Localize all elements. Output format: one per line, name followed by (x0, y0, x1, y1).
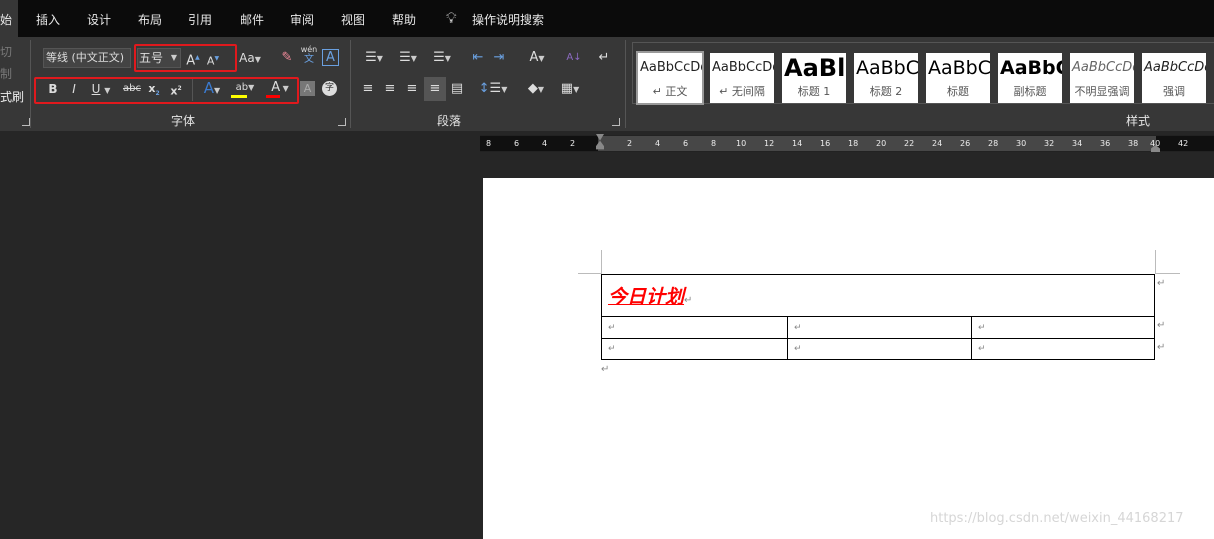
ruler-number: 32 (1044, 139, 1055, 148)
font-name-value: 等线 (中文正文) (46, 51, 125, 64)
character-shading-button[interactable]: A (300, 81, 315, 96)
character-border-button[interactable]: A (322, 49, 339, 66)
ruler-number: 28 (988, 139, 999, 148)
style-normal[interactable]: AaBbCcDd ↵ 正文 (636, 51, 704, 105)
ruler-number: 4 (542, 139, 548, 148)
style-subtle-emphasis[interactable]: AaBbCcDd 不明显强调 (1070, 53, 1134, 103)
style-title[interactable]: AaBbC 标题 (926, 53, 990, 103)
row-end-mark: ↵ (1157, 278, 1166, 289)
format-painter-button[interactable]: 式刷 (0, 87, 24, 107)
shading-button[interactable]: ◆▼ (521, 79, 551, 100)
sort-button[interactable]: A↓ (566, 48, 582, 68)
tell-me-search[interactable]: 操作说明搜索 (472, 11, 544, 28)
horizontal-ruler[interactable]: 8 6 4 2 2 4 6 8 10 12 14 16 18 20 22 24 26 28 30 32 34 36 38 40… (480, 134, 1214, 152)
ruler-number: 24 (932, 139, 943, 148)
ruler-number: 4 (655, 139, 661, 148)
phonetic-guide-button[interactable]: wén 文 (300, 45, 318, 65)
ribbon: 切 制 式刷 等线 (中文正文) 五号 ▼ A▲ A▼ Aa▼ ✎ wén 文 A … (0, 37, 1214, 131)
increase-indent-button[interactable]: ⇥ (491, 48, 507, 68)
style-subtitle[interactable]: AaBbC副标题 (998, 53, 1062, 103)
tab-mailings[interactable]: 邮件 (240, 11, 264, 28)
tab-review[interactable]: 审阅 (290, 11, 314, 28)
ruler-number: 22 (904, 139, 915, 148)
align-right-button[interactable]: ≡ (404, 79, 420, 99)
ruler-number: 10 (736, 139, 747, 148)
lightbulb-icon: 💡︎ (446, 9, 457, 27)
show-marks-button[interactable]: ↵ (596, 48, 612, 68)
ruler-number: 14 (792, 139, 803, 148)
ruler-number: 38 (1128, 139, 1139, 148)
styles-group-label: 样式 (1126, 114, 1151, 128)
annotation-box-font-format (34, 77, 299, 104)
copy-button[interactable]: 制 (0, 64, 12, 84)
justify-button[interactable]: ≡ (424, 77, 446, 101)
paragraph-group-label: 段落 (437, 114, 462, 128)
ruler-number: 12 (764, 139, 775, 148)
style-emphasis[interactable]: AaBbCcDd 强调 (1142, 53, 1206, 103)
chinese-layout-button[interactable]: A▼ (523, 48, 551, 69)
ruler-number: 2 (570, 139, 576, 148)
table-cell[interactable]: ↵ (601, 316, 788, 339)
table-cell[interactable]: ↵ (971, 316, 1155, 339)
table-cell[interactable]: ↵ (787, 316, 972, 339)
font-launcher-icon[interactable] (338, 118, 346, 126)
document-title: 今日计划 (608, 286, 685, 308)
clear-formatting-icon[interactable]: ✎ (278, 48, 296, 68)
ruler-number: 8 (711, 139, 717, 148)
watermark: https://blog.csdn.net/weixin_44168217 (930, 511, 1184, 526)
ruler-number: 18 (848, 139, 859, 148)
table-cell[interactable]: ↵ (601, 338, 788, 360)
row-end-mark: ↵ (1157, 320, 1166, 331)
ruler-number: 6 (683, 139, 689, 148)
borders-button[interactable]: ▦▼ (555, 79, 585, 100)
clipboard-launcher-icon[interactable] (22, 118, 30, 126)
annotation-box-font-size (134, 44, 237, 72)
paragraph-mark: ↵ (601, 364, 610, 375)
table-title-cell[interactable]: 今日计划↵ (601, 274, 1155, 317)
ruler-number: 42 (1178, 139, 1189, 148)
enclose-characters-button[interactable]: 字 (322, 81, 337, 96)
document-table[interactable]: 今日计划↵ ↵ ↵ ↵ ↵ ↵ ↵ (601, 274, 1155, 360)
line-spacing-button[interactable]: ↕☰▼ (478, 79, 508, 100)
row-end-mark: ↵ (1157, 342, 1166, 353)
distributed-button[interactable]: ▤ (449, 79, 465, 99)
ribbon-tab-bar: 始 插入 设计 布局 引用 邮件 审阅 视图 帮助 💡︎ 操作说明搜索 (0, 0, 1214, 37)
tab-view[interactable]: 视图 (341, 11, 365, 28)
style-heading-1[interactable]: AaBl 标题 1 (782, 53, 846, 103)
ruler-number: 8 (486, 139, 492, 148)
decrease-indent-button[interactable]: ⇤ (470, 48, 486, 68)
change-case-button[interactable]: Aa▼ (237, 48, 263, 70)
styles-gallery: AaBbCcDd ↵ 正文 AaBbCcDd ↵ 无间隔 AaBl 标题 1 AaBb… (632, 42, 1214, 105)
align-center-button[interactable]: ≡ (382, 79, 398, 99)
ruler-number: 30 (1016, 139, 1027, 148)
style-no-spacing[interactable]: AaBbCcDd ↵ 无间隔 (710, 53, 774, 103)
tab-layout[interactable]: 布局 (138, 11, 162, 28)
tab-insert[interactable]: 插入 (36, 11, 60, 28)
font-group-label: 字体 (171, 114, 196, 128)
bullets-button[interactable]: ☰▼ (360, 48, 388, 69)
style-heading-2[interactable]: AaBbC 标题 2 (854, 53, 918, 103)
document-page[interactable]: 今日计划↵ ↵ ↵ ↵ ↵ ↵ ↵ ↵ ↵ ↵ ↵ https://blog.csdn.… (483, 178, 1214, 539)
font-name-select[interactable]: 等线 (中文正文) (43, 48, 131, 68)
ruler-number: 34 (1072, 139, 1083, 148)
ruler-number: 6 (514, 139, 520, 148)
ruler-number: 26 (960, 139, 971, 148)
table-cell[interactable]: ↵ (971, 338, 1155, 360)
numbering-button[interactable]: ☰▼ (394, 48, 422, 69)
tab-references[interactable]: 引用 (188, 11, 212, 28)
align-left-button[interactable]: ≡ (360, 79, 376, 99)
tab-home[interactable]: 始 (0, 0, 18, 37)
ruler-number: 20 (876, 139, 887, 148)
multilevel-list-button[interactable]: ☰▼ (428, 48, 456, 69)
tab-design[interactable]: 设计 (87, 11, 111, 28)
cut-button[interactable]: 切 (0, 42, 12, 62)
paragraph-launcher-icon[interactable] (612, 118, 620, 126)
ruler-number: 16 (820, 139, 831, 148)
ruler-number: 36 (1100, 139, 1111, 148)
tab-help[interactable]: 帮助 (392, 11, 416, 28)
ruler-number: 2 (627, 139, 633, 148)
table-cell[interactable]: ↵ (787, 338, 972, 360)
